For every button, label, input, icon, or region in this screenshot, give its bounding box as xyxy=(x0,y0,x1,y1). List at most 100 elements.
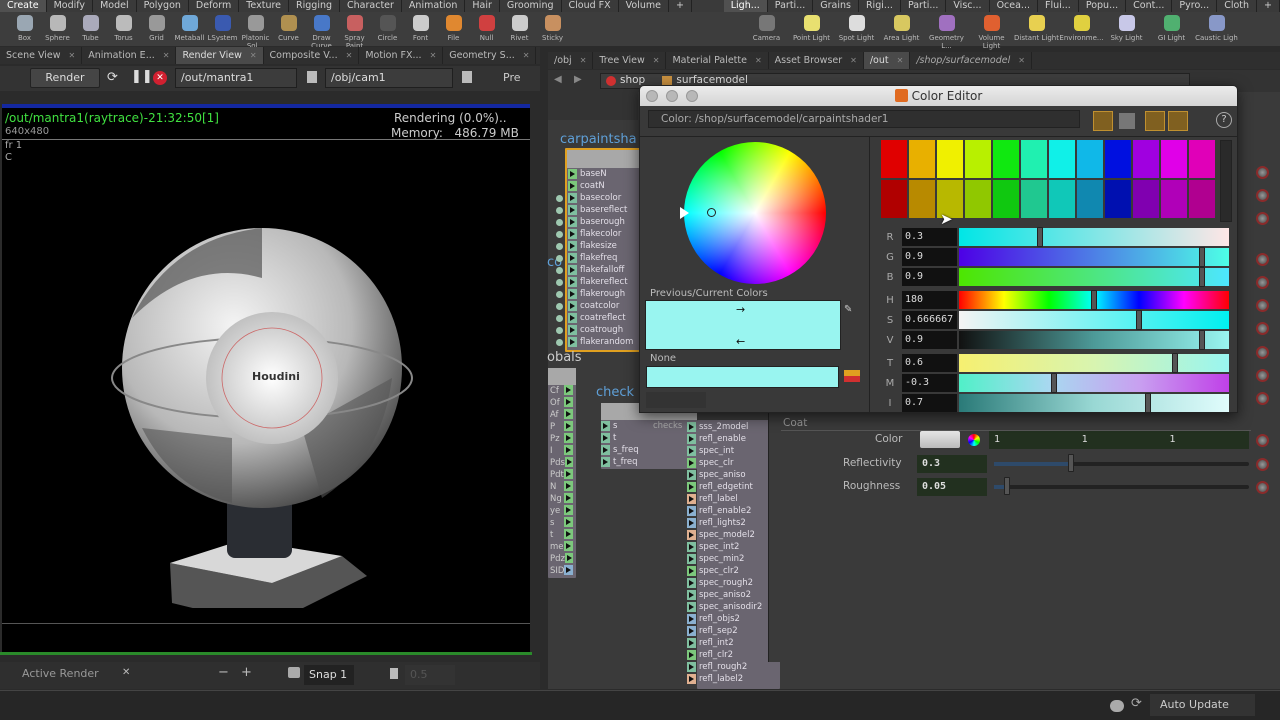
port-connector-icon[interactable] xyxy=(564,469,573,479)
pane-tab[interactable]: Composite V... ✕ xyxy=(264,47,360,64)
channel-reset-knob-icon[interactable] xyxy=(1256,458,1269,471)
color-picker-button[interactable] xyxy=(1119,113,1135,129)
shelf-tool[interactable]: LSystem xyxy=(206,12,239,46)
shelf-tool[interactable]: Tube xyxy=(74,12,107,46)
pane-tab[interactable]: /out ✕ xyxy=(863,52,911,69)
port-connector-icon[interactable] xyxy=(564,541,573,551)
slider-value-field[interactable]: -0.3 xyxy=(902,374,957,392)
node-port[interactable]: refl_label2 xyxy=(687,673,762,685)
color-swatch[interactable] xyxy=(1021,140,1047,178)
close-tab-icon[interactable]: ✕ xyxy=(755,56,762,65)
node-port[interactable]: Cf xyxy=(548,385,576,397)
node-port[interactable]: t xyxy=(548,529,576,541)
close-tab-icon[interactable]: ✕ xyxy=(346,51,353,60)
pane-tab[interactable]: Render View ✕ xyxy=(176,47,264,64)
slider-value-field[interactable]: 0.9 xyxy=(902,268,957,286)
channel-reset-knob-icon[interactable] xyxy=(1256,299,1269,312)
shelf-tool[interactable]: Point Light xyxy=(789,12,834,46)
swatch-view-button[interactable] xyxy=(1093,111,1113,131)
shelf-tool[interactable]: Font xyxy=(404,12,437,46)
shelf-tool[interactable]: Rivet xyxy=(503,12,536,46)
shelf-tab[interactable]: Visc... xyxy=(946,0,990,12)
shelf-tab[interactable]: Character xyxy=(340,0,402,12)
port-connector-icon[interactable] xyxy=(687,505,696,516)
shelf-tool[interactable]: Box xyxy=(8,12,41,46)
port-connector-icon[interactable] xyxy=(564,553,573,563)
slider-value-field[interactable]: 180 xyxy=(902,291,957,309)
node-port[interactable]: flakefreq xyxy=(568,252,643,264)
color-slider-track[interactable] xyxy=(959,247,1229,267)
refresh-icon[interactable]: ⟳ xyxy=(107,70,118,85)
color-swatch[interactable] xyxy=(1105,140,1131,178)
node-port[interactable]: Of xyxy=(548,397,576,409)
shelf-tool[interactable]: Draw Curve xyxy=(305,12,338,50)
node-port[interactable]: Pdz xyxy=(548,553,576,565)
shelf-tab[interactable]: Grooming xyxy=(500,0,562,12)
node-port[interactable]: basereflect xyxy=(568,204,643,216)
port-connector-icon[interactable] xyxy=(687,649,696,660)
node-port[interactable]: s_freq xyxy=(601,444,697,456)
stop-render-icon[interactable]: ✕ xyxy=(153,71,167,85)
port-connector-icon[interactable] xyxy=(568,168,577,179)
port-connector-icon[interactable] xyxy=(568,288,577,299)
zoom-in-button[interactable]: + xyxy=(241,665,252,680)
pane-tab[interactable]: Scene View ✕ xyxy=(0,47,83,64)
shelf-tool[interactable]: Geometry L... xyxy=(924,12,969,50)
node-port[interactable]: spec_anisodir2 xyxy=(687,601,762,613)
close-tab-icon[interactable]: ✕ xyxy=(653,56,660,65)
cloud-icon[interactable] xyxy=(1110,700,1124,712)
node-port[interactable]: flakesize xyxy=(568,240,643,252)
channel-reset-knob-icon[interactable] xyxy=(1256,253,1269,266)
color-slider-track[interactable] xyxy=(959,290,1229,310)
color-swatch[interactable] xyxy=(1049,140,1075,178)
node-port[interactable]: refl_clr2 xyxy=(687,649,762,661)
port-connector-icon[interactable] xyxy=(568,192,577,203)
port-connector-icon[interactable] xyxy=(687,517,696,528)
snapshot-camera-icon[interactable] xyxy=(288,667,300,678)
node-port[interactable]: coatN xyxy=(568,180,643,192)
slider-value-field[interactable]: 0.9 xyxy=(902,331,957,349)
slider-handle[interactable] xyxy=(1199,330,1205,350)
color-swatch[interactable] xyxy=(993,180,1019,218)
color-b-field[interactable]: 1 xyxy=(1169,431,1249,449)
port-connector-icon[interactable] xyxy=(568,252,577,263)
port-connector-icon[interactable] xyxy=(568,264,577,275)
pane-tab[interactable]: Material Palette ✕ xyxy=(666,52,769,69)
port-connector-icon[interactable] xyxy=(568,180,577,191)
node-port[interactable]: s xyxy=(548,517,576,529)
node-port[interactable]: spec_rough2 xyxy=(687,577,762,589)
shelf-tab[interactable]: Popu... xyxy=(1079,0,1127,12)
driver-field[interactable]: /out/mantra1 xyxy=(175,68,297,88)
pane-tab[interactable]: Geometry S... ✕ xyxy=(443,47,537,64)
slider-handle[interactable] xyxy=(1199,267,1205,287)
shelf-tool[interactable]: Null xyxy=(470,12,503,46)
node-port[interactable]: basecolor xyxy=(568,192,643,204)
color-swatch[interactable] xyxy=(1105,180,1131,218)
port-connector-icon[interactable] xyxy=(687,541,696,552)
port-connector-icon[interactable] xyxy=(568,228,577,239)
channel-reset-knob-icon[interactable] xyxy=(1256,166,1269,179)
slider-handle[interactable] xyxy=(1145,393,1151,412)
node-port[interactable]: spec_int2 xyxy=(687,541,762,553)
port-connector-icon[interactable] xyxy=(687,433,696,444)
shelf-tab[interactable]: Flui... xyxy=(1038,0,1079,12)
color-swatch[interactable] xyxy=(993,140,1019,178)
camera-select-icon[interactable] xyxy=(462,71,472,83)
port-connector-icon[interactable] xyxy=(687,577,696,588)
node-port[interactable]: I xyxy=(548,445,576,457)
port-connector-icon[interactable] xyxy=(601,420,610,431)
channel-reset-knob-icon[interactable] xyxy=(1256,346,1269,359)
color-r-field[interactable]: 1 xyxy=(994,431,1082,449)
color-slider-track[interactable] xyxy=(959,330,1229,350)
reflectivity-slider[interactable] xyxy=(994,454,1249,472)
breadcrumb-shop[interactable]: shop xyxy=(620,74,645,86)
port-connector-icon[interactable] xyxy=(564,433,573,443)
driver-select-icon[interactable] xyxy=(307,71,317,83)
port-connector-icon[interactable] xyxy=(687,445,696,456)
node-port[interactable]: flakerandom xyxy=(568,336,643,348)
slider-handle[interactable] xyxy=(1136,310,1143,330)
shelf-tab[interactable]: Volume xyxy=(619,0,669,12)
color-swatch[interactable] xyxy=(937,140,963,178)
shelf-tool[interactable]: Spray Paint xyxy=(338,12,371,50)
slider-handle[interactable] xyxy=(1172,353,1178,373)
